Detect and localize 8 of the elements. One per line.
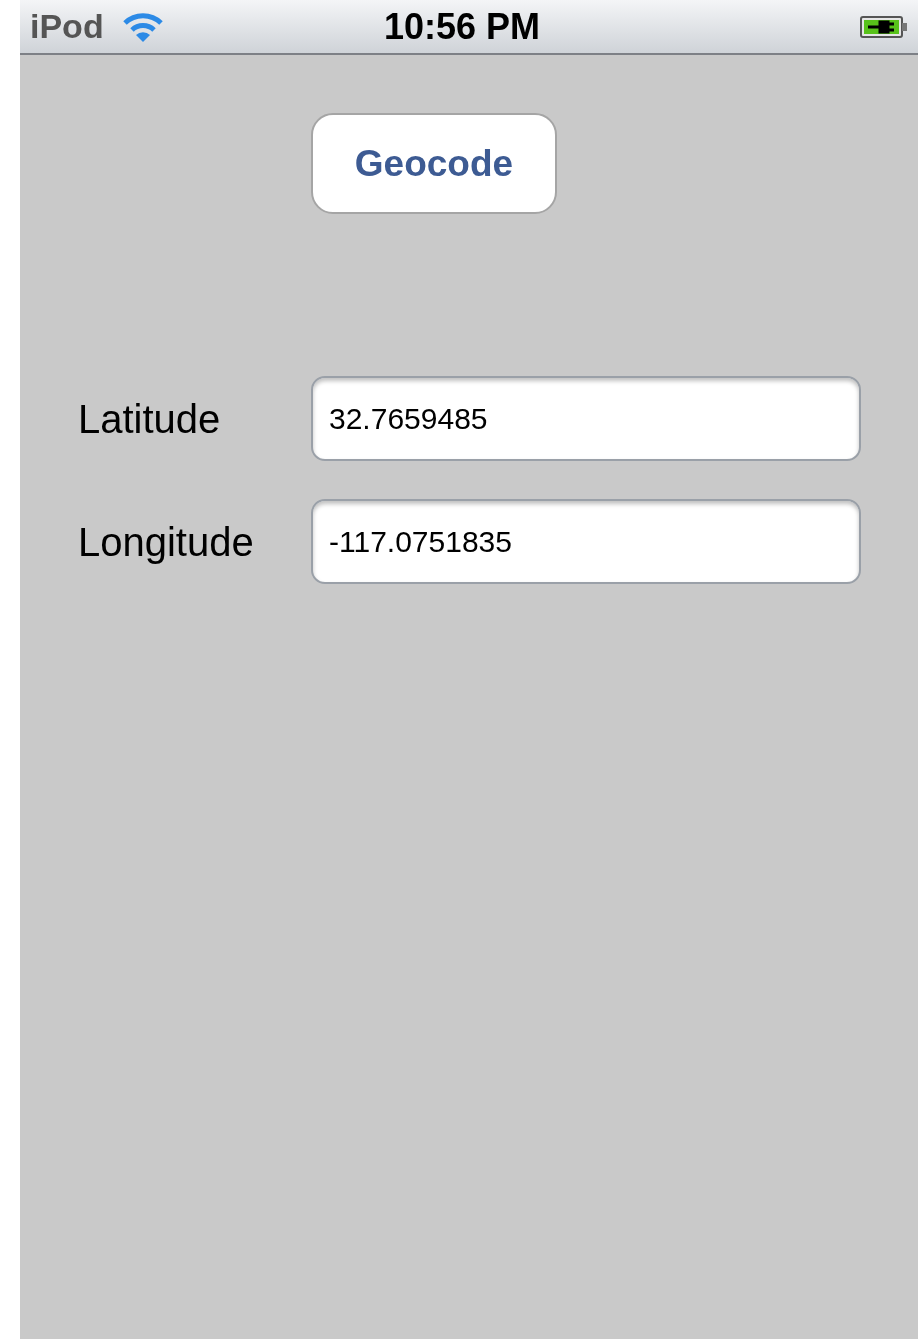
- carrier-label: iPod: [30, 6, 104, 47]
- text-field[interactable]: -117.0751835: [311, 499, 861, 584]
- wifi-icon: [121, 10, 164, 43]
- geocode-button[interactable]: Geocode: [311, 113, 557, 214]
- field-label: Longitude: [78, 518, 255, 566]
- field-label: Latitude: [78, 395, 222, 443]
- text-field[interactable]: 32.7659485: [311, 376, 861, 461]
- status-time: 10:56 PM: [384, 4, 541, 49]
